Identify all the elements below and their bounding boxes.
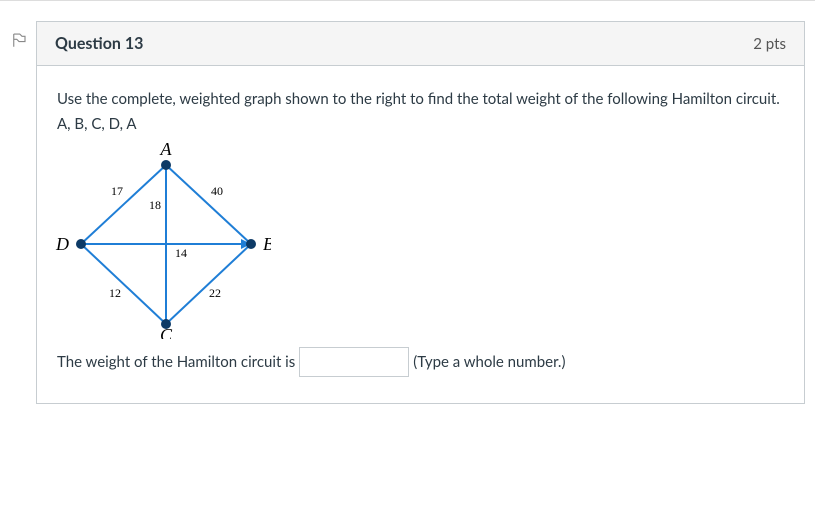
vertex-D xyxy=(76,239,86,249)
weight-DA: 17 xyxy=(111,184,123,198)
answer-prefix: The weight of the Hamilton circuit is xyxy=(57,351,295,374)
edge-AB xyxy=(166,165,251,244)
label-B: B xyxy=(263,234,271,254)
question-points: 2 pts xyxy=(753,35,786,53)
label-D: D xyxy=(55,234,69,254)
vertex-A xyxy=(161,160,171,170)
weight-DB: 14 xyxy=(175,246,187,260)
question-title: Question 13 xyxy=(55,34,143,53)
answer-input[interactable] xyxy=(299,347,409,377)
question-prompt: Use the complete, weighted graph shown t… xyxy=(57,88,784,111)
weight-DC: 12 xyxy=(109,286,121,300)
weighted-graph: A B C D 17 40 18 14 12 22 xyxy=(51,139,271,339)
weight-AB: 40 xyxy=(211,184,223,198)
question-header: Question 13 2 pts xyxy=(37,22,804,66)
question-card: Question 13 2 pts Use the complete, weig… xyxy=(36,21,805,404)
flag-icon[interactable] xyxy=(10,29,28,51)
label-C: C xyxy=(160,325,173,339)
weight-CB: 22 xyxy=(209,286,221,300)
label-A: A xyxy=(160,139,173,159)
edge-CD xyxy=(81,244,166,324)
circuit-path: A, B, C, D, A xyxy=(57,113,784,136)
question-body: Use the complete, weighted graph shown t… xyxy=(37,66,804,403)
answer-hint: (Type a whole number.) xyxy=(413,351,565,374)
answer-line: The weight of the Hamilton circuit is (T… xyxy=(57,347,784,377)
vertex-B xyxy=(246,239,256,249)
weight-AC: 18 xyxy=(149,198,161,212)
